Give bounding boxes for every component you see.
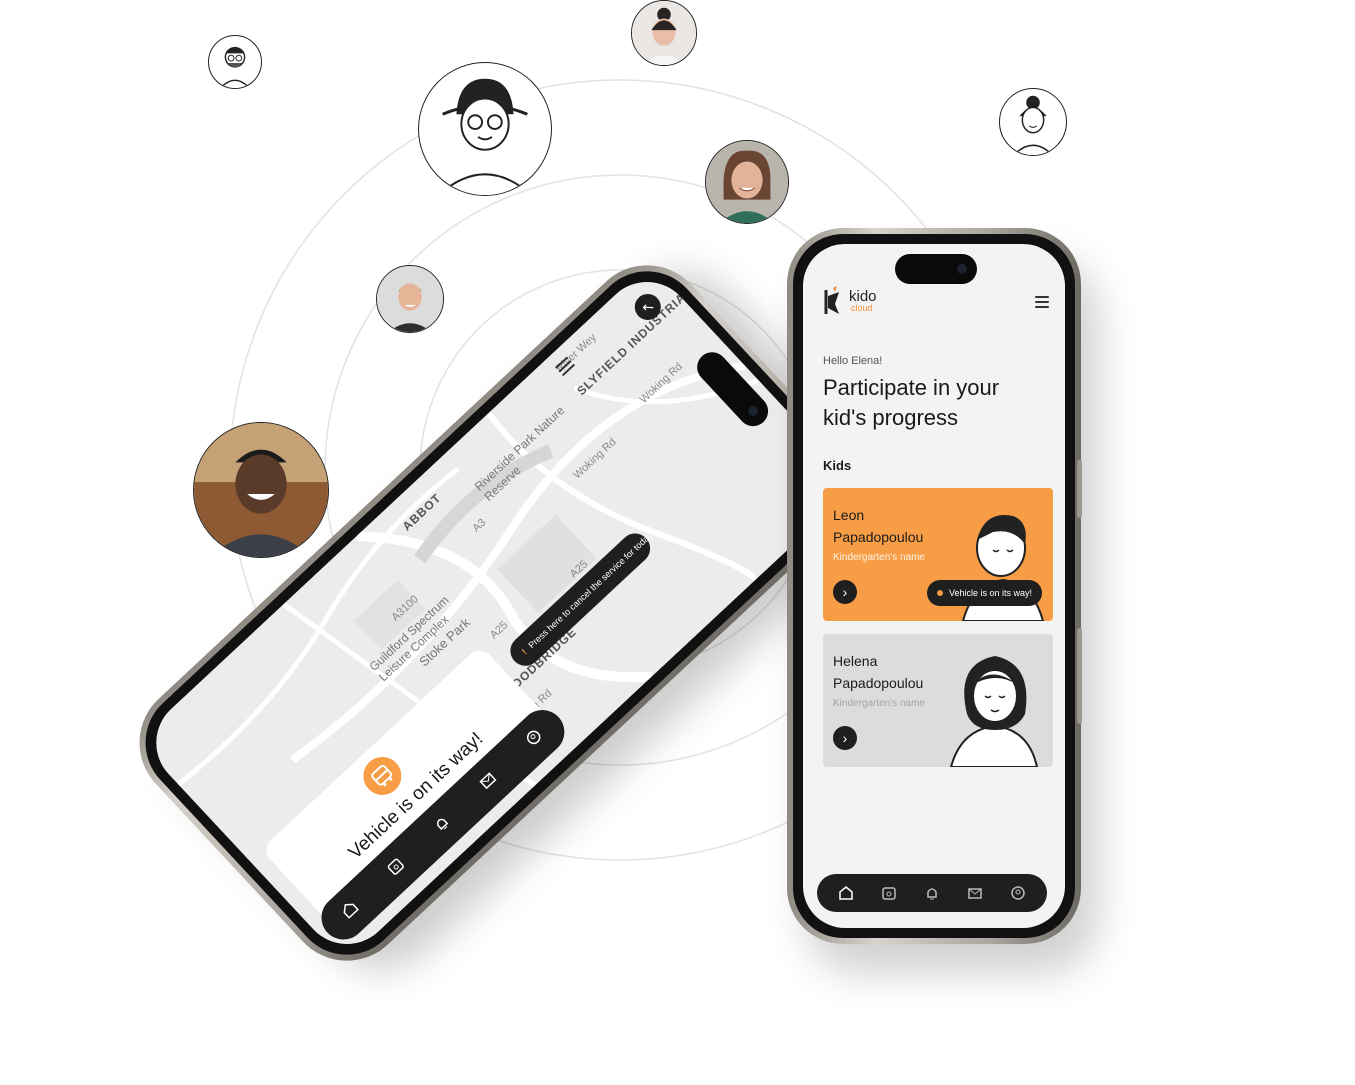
home-icon[interactable] xyxy=(835,882,857,904)
bell-icon[interactable] xyxy=(921,882,943,904)
bottom-tabbar xyxy=(817,874,1047,912)
open-kid-button[interactable]: › xyxy=(833,726,857,750)
dynamic-island xyxy=(895,254,977,284)
warning-icon: ! xyxy=(519,647,529,657)
mail-icon[interactable] xyxy=(964,882,986,904)
app-logo: kido cloud xyxy=(823,284,877,318)
kid-school: Kindergarten's name xyxy=(833,552,925,563)
calendar-icon[interactable] xyxy=(878,882,900,904)
avatar-illustrated-hat xyxy=(418,62,552,196)
profile-icon[interactable] xyxy=(1007,882,1029,904)
home-screen: kido cloud Hello Elena! Participate in y… xyxy=(803,244,1065,928)
home-icon[interactable] xyxy=(336,896,365,925)
open-kid-button[interactable]: › xyxy=(833,580,857,604)
logo-subname: cloud xyxy=(851,303,873,313)
avatar-photo-man-outdoors xyxy=(193,422,329,558)
bell-icon[interactable] xyxy=(428,810,457,839)
calendar-icon[interactable] xyxy=(382,853,411,882)
kid-illustration xyxy=(949,656,1039,767)
logo-mark-icon xyxy=(824,286,839,314)
kid-school: Kindergarten's name xyxy=(833,698,925,709)
kids-section-title: Kids xyxy=(823,458,852,473)
kid-name: Leon Papadopoulou xyxy=(833,507,924,545)
logo-name: kido xyxy=(849,288,877,305)
vehicle-toast[interactable]: Vehicle is on its way! xyxy=(927,580,1043,606)
kid-card-helena[interactable]: Helena Papadopoulou Kindergarten's name … xyxy=(823,634,1053,767)
page-title: Participate in your kid's progress xyxy=(823,375,1000,430)
home-phone: kido cloud Hello Elena! Participate in y… xyxy=(787,228,1082,944)
avatar-illustrated-beard xyxy=(208,35,262,89)
vehicle-toast-label: Vehicle is on its way! xyxy=(949,588,1033,598)
avatar-photo-woman-smiling xyxy=(705,140,789,224)
avatar-photo-woman-bun xyxy=(631,0,697,66)
avatar-illustrated-curly xyxy=(999,88,1067,156)
mail-icon[interactable] xyxy=(475,767,504,796)
avatar-photo-man-short-hair xyxy=(376,265,444,333)
kid-card-leon[interactable]: Leon Papadopoulou Kindergarten's name › … xyxy=(823,488,1053,621)
status-dot xyxy=(937,590,943,596)
profile-icon[interactable] xyxy=(521,724,550,753)
menu-icon[interactable] xyxy=(1035,296,1049,311)
kid-name: Helena Papadopoulou xyxy=(833,653,924,691)
greeting: Hello Elena! xyxy=(823,355,883,367)
